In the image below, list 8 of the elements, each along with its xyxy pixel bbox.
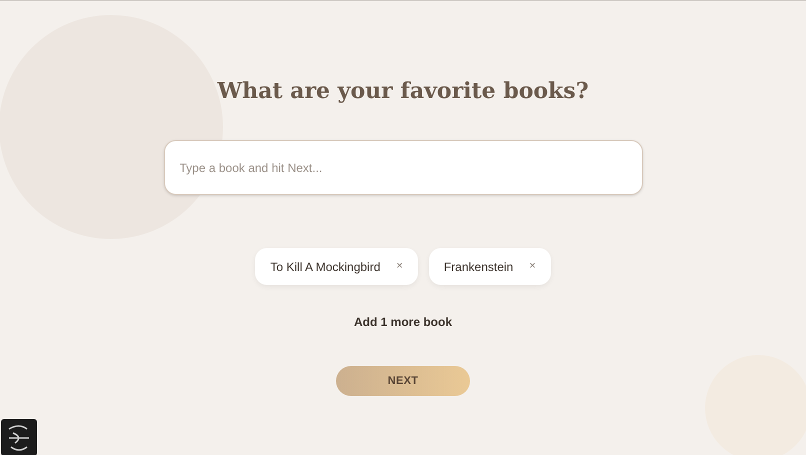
page-heading: What are your favorite books? [217,77,589,106]
chip-label: Frankenstein [444,258,514,276]
remove-button[interactable]: × [529,258,536,275]
hint-text: Add 1 more book [354,314,452,331]
search-field[interactable]: Type a book and hit Next... [164,140,642,195]
next-button[interactable]: NEXT [336,366,470,396]
chip-label: To Kill A Mockingbird [270,258,380,276]
remove-button[interactable]: × [396,258,403,275]
